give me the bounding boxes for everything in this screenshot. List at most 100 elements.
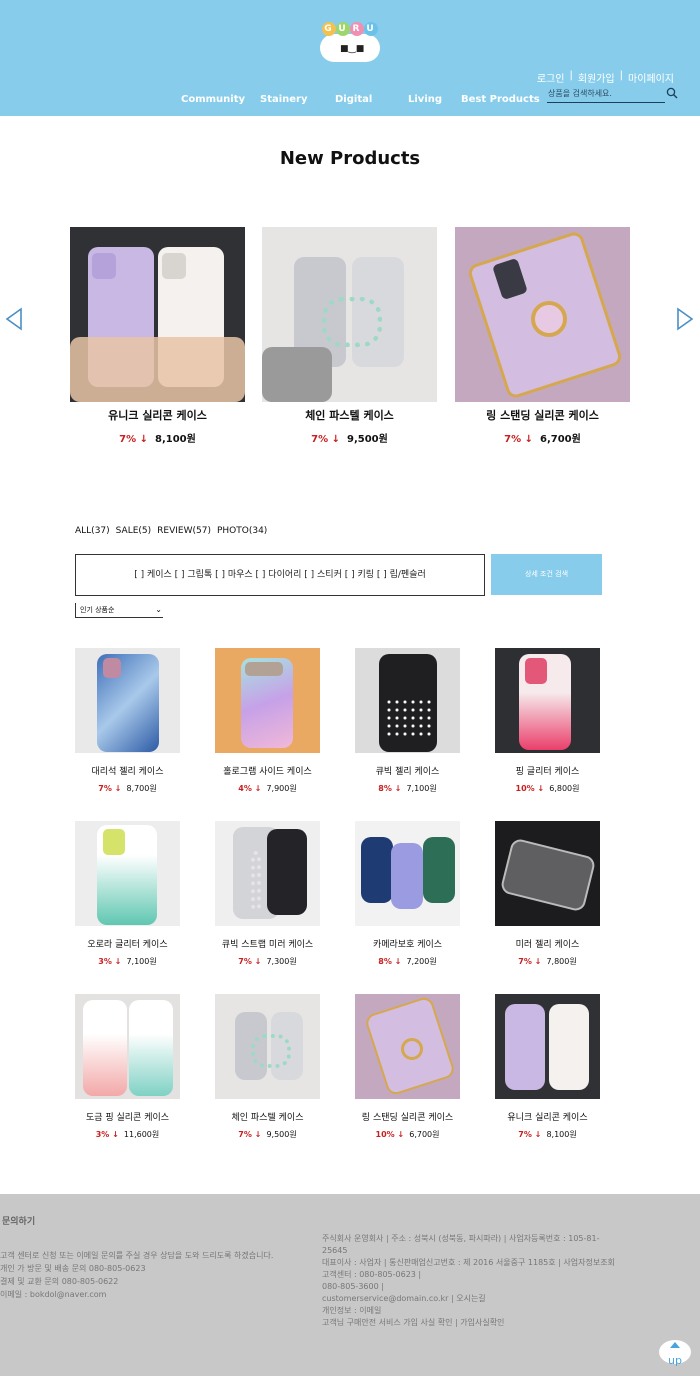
product-price: 7% ↓ 8,100원 — [70, 430, 245, 445]
discount-rate: 10% ↓ — [515, 784, 545, 793]
svg-text:up: up — [668, 1354, 682, 1367]
product-name[interactable]: 대리석 젤리 케이스 — [75, 764, 180, 777]
discount-rate: 10% ↓ — [375, 1130, 405, 1139]
footer-line: 개인 가 방문 및 배송 문의 080-805-0623 — [0, 1264, 146, 1273]
nav-living[interactable]: Living — [408, 94, 442, 105]
product-image[interactable] — [495, 994, 600, 1099]
product-image[interactable] — [495, 821, 600, 926]
product-price: 7% ↓ 7,800원 — [495, 956, 600, 967]
mypage-link[interactable]: 마이페이지 — [628, 70, 674, 85]
product-card[interactable]: 오로라 글리터 케이스 3% ↓ 7,100원 — [75, 821, 180, 967]
scroll-to-top-icon[interactable]: up — [658, 1338, 692, 1368]
discount-rate: 8% ↓ — [378, 784, 402, 793]
divider: | — [619, 70, 623, 81]
category-filter-checkboxes[interactable]: [ ] 케이스 [ ] 그립톡 [ ] 마우스 [ ] 다이어리 [ ] 스티커… — [75, 554, 485, 596]
search-icon[interactable] — [666, 87, 678, 99]
tab-all[interactable]: ALL(37) — [75, 526, 110, 536]
product-card[interactable]: 홀로그램 사이드 케이스 4% ↓ 7,900원 — [215, 648, 320, 794]
discount-rate: 7% ↓ — [119, 434, 149, 445]
product-image[interactable] — [75, 821, 180, 926]
product-name[interactable]: 체인 파스텔 케이스 — [215, 1110, 320, 1123]
product-name[interactable]: 카메라보호 케이스 — [355, 937, 460, 950]
new-product-card[interactable]: 체인 파스텔 케이스 7% ↓ 9,500원 — [262, 227, 437, 445]
nav-best-products[interactable]: Best Products — [461, 94, 540, 105]
logo-letter: U — [364, 22, 378, 36]
discount-rate: 7% ↓ — [518, 1130, 542, 1139]
product-price: 7% ↓ 6,700원 — [455, 430, 630, 445]
tab-review[interactable]: REVIEW(57) — [157, 526, 211, 536]
product-name[interactable]: 핑 글리터 케이스 — [495, 764, 600, 777]
sort-value: 인기 상품순 — [80, 606, 115, 614]
product-card[interactable]: 카메라보호 케이스 8% ↓ 7,200원 — [355, 821, 460, 967]
product-card[interactable]: 핑 글리터 케이스 10% ↓ 6,800원 — [495, 648, 600, 794]
product-name[interactable]: 체인 파스텔 케이스 — [262, 407, 437, 423]
product-image[interactable] — [355, 994, 460, 1099]
product-image[interactable] — [75, 994, 180, 1099]
product-card[interactable]: 체인 파스텔 케이스 7% ↓ 9,500원 — [215, 994, 320, 1140]
product-image[interactable] — [215, 648, 320, 753]
nav-digital[interactable]: Digital — [335, 94, 372, 105]
product-card[interactable]: 미러 젤리 케이스 7% ↓ 7,800원 — [495, 821, 600, 967]
discount-rate: 3% ↓ — [95, 1130, 119, 1139]
detail-search-button[interactable]: 상세 조건 검색 — [491, 554, 602, 595]
product-name[interactable]: 링 스탠딩 실리콘 케이스 — [355, 1110, 460, 1123]
product-card[interactable]: 큐빅 젤리 케이스 8% ↓ 7,100원 — [355, 648, 460, 794]
footer-line: 080-805-3600 | — [322, 1282, 384, 1291]
discount-rate: 3% ↓ — [98, 957, 122, 966]
discount-rate: 7% ↓ — [98, 784, 122, 793]
product-card[interactable]: 링 스탠딩 실리콘 케이스 10% ↓ 6,700원 — [355, 994, 460, 1140]
footer-line: 개인정보 : 이메일 — [322, 1306, 382, 1315]
product-card[interactable]: 대리석 젤리 케이스 7% ↓ 8,700원 — [75, 648, 180, 794]
product-image[interactable] — [70, 227, 245, 402]
product-price: 3% ↓ 7,100원 — [75, 956, 180, 967]
product-price: 8% ↓ 7,200원 — [355, 956, 460, 967]
product-name[interactable]: 미러 젤리 케이스 — [495, 937, 600, 950]
product-card[interactable]: 도금 핑 실리콘 케이스 3% ↓ 11,600원 — [75, 994, 180, 1140]
product-image[interactable] — [262, 227, 437, 402]
search-input[interactable]: 상품을 검색하세요. — [547, 88, 665, 103]
product-image[interactable] — [215, 821, 320, 926]
new-product-card[interactable]: 링 스탠딩 실리콘 케이스 7% ↓ 6,700원 — [455, 227, 630, 445]
carousel-next-icon[interactable] — [676, 307, 694, 331]
product-name[interactable]: 큐빅 젤리 케이스 — [355, 764, 460, 777]
product-price: 10% ↓ 6,800원 — [495, 783, 600, 794]
product-image[interactable] — [215, 994, 320, 1099]
price-value: 6,700원 — [539, 434, 581, 445]
product-price: 7% ↓ 9,500원 — [262, 430, 437, 445]
divider: | — [569, 70, 573, 81]
product-name[interactable]: 링 스탠딩 실리콘 케이스 — [455, 407, 630, 423]
nav-stainery[interactable]: Stainery — [260, 94, 308, 105]
carousel-prev-icon[interactable] — [5, 307, 23, 331]
product-image[interactable] — [75, 648, 180, 753]
site-logo[interactable]: GURU ■‿■ — [318, 20, 382, 62]
product-name[interactable]: 오로라 글리터 케이스 — [75, 937, 180, 950]
product-image[interactable] — [355, 821, 460, 926]
price-value: 9,500원 — [346, 434, 388, 445]
nav-community[interactable]: Community — [181, 94, 245, 105]
sort-select[interactable]: 인기 상품순 ⌄ — [75, 603, 163, 618]
product-name[interactable]: 도금 핑 실리콘 케이스 — [75, 1110, 180, 1123]
product-name[interactable]: 유니크 실리콘 케이스 — [70, 407, 245, 423]
product-image[interactable] — [495, 648, 600, 753]
logo-letters: GURU — [318, 20, 382, 36]
product-name[interactable]: 큐빅 스트랩 미러 케이스 — [215, 937, 320, 950]
login-link[interactable]: 로그인 — [537, 70, 565, 85]
product-image[interactable] — [355, 648, 460, 753]
product-price: 8% ↓ 7,100원 — [355, 783, 460, 794]
tab-photo[interactable]: PHOTO(34) — [217, 526, 267, 536]
footer-line: 고객 센터로 신청 또는 이메일 문의를 주실 경우 상담을 도와 드리도록 하… — [0, 1251, 274, 1260]
product-card[interactable]: 큐빅 스트랩 미러 케이스 7% ↓ 7,300원 — [215, 821, 320, 967]
chevron-down-icon: ⌄ — [155, 605, 162, 614]
product-image[interactable] — [455, 227, 630, 402]
new-product-card[interactable]: 유니크 실리콘 케이스 7% ↓ 8,100원 — [70, 227, 245, 445]
price-value: 6,700원 — [409, 1130, 440, 1139]
discount-rate: 7% ↓ — [238, 1130, 262, 1139]
product-card[interactable]: 유니크 실리콘 케이스 7% ↓ 8,100원 — [495, 994, 600, 1140]
signup-link[interactable]: 회원가입 — [578, 70, 615, 85]
tab-sale[interactable]: SALE(5) — [116, 526, 152, 536]
price-value: 7,200원 — [406, 957, 437, 966]
product-name[interactable]: 유니크 실리콘 케이스 — [495, 1110, 600, 1123]
price-value: 7,900원 — [266, 784, 297, 793]
price-value: 7,300원 — [266, 957, 297, 966]
product-name[interactable]: 홀로그램 사이드 케이스 — [215, 764, 320, 777]
